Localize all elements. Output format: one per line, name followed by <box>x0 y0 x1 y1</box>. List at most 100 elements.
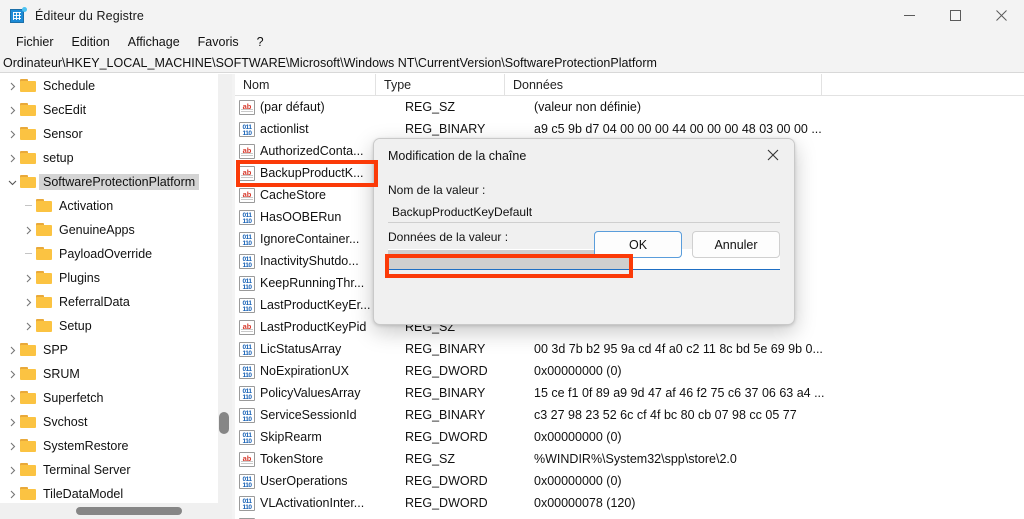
table-row[interactable]: ab (par défaut)REG_SZ(valeur non définie) <box>235 96 1024 118</box>
table-row[interactable]: 011110NoExpirationUXREG_DWORD0x00000000 … <box>235 360 1024 382</box>
cell-value-type: REG_SZ <box>401 100 530 114</box>
menu-item-favoris[interactable]: Favoris <box>189 33 248 51</box>
tree-node-label: SPP <box>43 343 68 357</box>
column-header-name[interactable]: Nom <box>235 74 376 96</box>
chevron-right-icon[interactable] <box>20 218 36 242</box>
chevron-down-icon[interactable] <box>4 170 20 194</box>
tree-node-setup[interactable]: setup <box>0 146 218 170</box>
tree-vertical-scrollbar[interactable] <box>218 74 232 503</box>
column-header-type[interactable]: Type <box>376 74 505 96</box>
string-value-icon: ab <box>239 100 255 115</box>
registry-path: Ordinateur\HKEY_LOCAL_MACHINE\SOFTWARE\M… <box>3 56 657 70</box>
column-header-data[interactable]: Données <box>505 74 822 96</box>
tree-node-terminal-server[interactable]: Terminal Server <box>0 458 218 482</box>
cell-value-name: TokenStore <box>260 452 401 466</box>
table-row[interactable]: abTokenStoreREG_SZ%WINDIR%\System32\spp\… <box>235 448 1024 470</box>
cancel-button[interactable]: Annuler <box>692 231 780 258</box>
chevron-right-icon[interactable] <box>20 314 36 338</box>
close-icon[interactable] <box>752 139 794 171</box>
chevron-right-icon[interactable] <box>4 122 20 146</box>
tree-vertical-scrollbar-thumb[interactable] <box>219 412 229 434</box>
registry-editor-window: Éditeur du Registre Fichier Edition Affi… <box>0 0 1024 519</box>
table-row[interactable]: 011110VLActivationInter...REG_DWORD0x000… <box>235 492 1024 514</box>
tree-node-superfetch[interactable]: Superfetch <box>0 386 218 410</box>
value-name-input[interactable]: BackupProductKeyDefault <box>388 202 780 223</box>
chevron-right-icon[interactable] <box>4 74 20 98</box>
cell-value-data: (valeur non définie) <box>530 100 1024 114</box>
folder-icon <box>20 175 37 189</box>
cell-value-type: REG_DWORD <box>401 364 530 378</box>
folder-icon <box>36 199 53 213</box>
tree-node-label: Sensor <box>43 127 83 141</box>
binary-value-icon: 011110 <box>239 364 255 379</box>
cell-value-type: REG_BINARY <box>401 342 530 356</box>
tree-node-referraldata[interactable]: ReferralData <box>0 290 218 314</box>
registry-tree[interactable]: ScheduleSecEdit Sensor setupSoftwareProtec… <box>0 74 218 503</box>
tree-node-label: Plugins <box>59 271 100 285</box>
chevron-right-icon[interactable] <box>4 338 20 362</box>
table-row[interactable]: 011110ServiceSessionIdREG_BINARYc3 27 98… <box>235 404 1024 426</box>
table-row[interactable]: 011110SkipRearmREG_DWORD0x00000000 (0) <box>235 426 1024 448</box>
folder-icon <box>20 151 37 165</box>
menu-item-edition[interactable]: Edition <box>63 33 119 51</box>
binary-value-icon: 011110 <box>239 408 255 423</box>
cell-value-name: actionlist <box>260 122 401 136</box>
tree-node-setup[interactable]: Setup <box>0 314 218 338</box>
cell-value-type: REG_BINARY <box>401 386 530 400</box>
string-value-icon: ab <box>239 188 255 203</box>
binary-value-icon: 011110 <box>239 276 255 291</box>
table-row[interactable]: 011110actionlistREG_BINARYa9 c5 9b d7 04… <box>235 118 1024 140</box>
tree-node-plugins[interactable]: Plugins <box>0 266 218 290</box>
dialog-body: Nom de la valeur : BackupProductKeyDefau… <box>374 173 794 270</box>
tree-node-payloadoverride[interactable]: PayloadOverride <box>0 242 218 266</box>
tree-node-activation[interactable]: Activation <box>0 194 218 218</box>
tree-node-sensor[interactable]: Sensor <box>0 122 218 146</box>
ok-button[interactable]: OK <box>594 231 682 258</box>
menu-item-aide[interactable]: ? <box>248 33 273 51</box>
chevron-right-icon[interactable] <box>20 266 36 290</box>
chevron-right-icon[interactable] <box>4 98 20 122</box>
minimize-icon[interactable] <box>886 0 932 31</box>
tree-node-softwareprotectionplatform[interactable]: SoftwareProtectionPlatform <box>0 170 218 194</box>
cell-value-name: (par défaut) <box>260 100 401 114</box>
tree-node-systemrestore[interactable]: SystemRestore <box>0 434 218 458</box>
tree-node-srum[interactable]: SRUM <box>0 362 218 386</box>
folder-icon <box>20 439 37 453</box>
folder-icon <box>36 247 53 261</box>
cell-value-name: VLActivationInter... <box>260 496 401 510</box>
address-bar[interactable]: Ordinateur\HKEY_LOCAL_MACHINE\SOFTWARE\M… <box>0 53 1024 73</box>
dialog-title: Modification de la chaîne <box>388 149 526 163</box>
table-row[interactable]: 011110LicStatusArrayREG_BINARY00 3d 7b b… <box>235 338 1024 360</box>
chevron-right-icon[interactable] <box>4 482 20 503</box>
cell-value-data: 15 ce f1 0f 89 a9 9d 47 af 46 f2 75 c6 3… <box>530 386 1024 400</box>
tree-node-tiledatamodel[interactable]: TileDataModel <box>0 482 218 503</box>
table-row[interactable]: 011110UserOperationsREG_DWORD0x00000000 … <box>235 470 1024 492</box>
chevron-right-icon[interactable] <box>4 362 20 386</box>
table-row[interactable]: 011110VLRenewalIntervalREG_DWORD0x000027… <box>235 514 1024 519</box>
chevron-right-icon[interactable] <box>4 146 20 170</box>
tree-node-label: PayloadOverride <box>59 247 152 261</box>
chevron-right-icon[interactable] <box>4 410 20 434</box>
chevron-right-icon[interactable] <box>4 386 20 410</box>
chevron-right-icon[interactable] <box>4 458 20 482</box>
chevron-right-icon[interactable] <box>4 434 20 458</box>
tree-horizontal-scrollbar-thumb[interactable] <box>76 507 182 515</box>
tree-leaf-stub <box>20 194 36 218</box>
window-controls <box>886 0 1024 31</box>
tree-node-genuineapps[interactable]: GenuineApps <box>0 218 218 242</box>
tree-node-secedit[interactable]: SecEdit <box>0 98 218 122</box>
cell-value-data: 0x00000000 (0) <box>530 430 1024 444</box>
tree-node-spp[interactable]: SPP <box>0 338 218 362</box>
binary-value-icon: 011110 <box>239 210 255 225</box>
menu-item-fichier[interactable]: Fichier <box>7 33 63 51</box>
close-icon[interactable] <box>978 0 1024 31</box>
binary-value-icon: 011110 <box>239 298 255 313</box>
chevron-right-icon[interactable] <box>20 290 36 314</box>
value-name-label: Nom de la valeur : <box>388 183 780 197</box>
tree-node-schedule[interactable]: Schedule <box>0 74 218 98</box>
tree-node-svchost[interactable]: Svchost <box>0 410 218 434</box>
menu-item-affichage[interactable]: Affichage <box>119 33 189 51</box>
maximize-icon[interactable] <box>932 0 978 31</box>
string-value-icon: ab <box>239 320 255 335</box>
table-row[interactable]: 011110PolicyValuesArrayREG_BINARY15 ce f… <box>235 382 1024 404</box>
